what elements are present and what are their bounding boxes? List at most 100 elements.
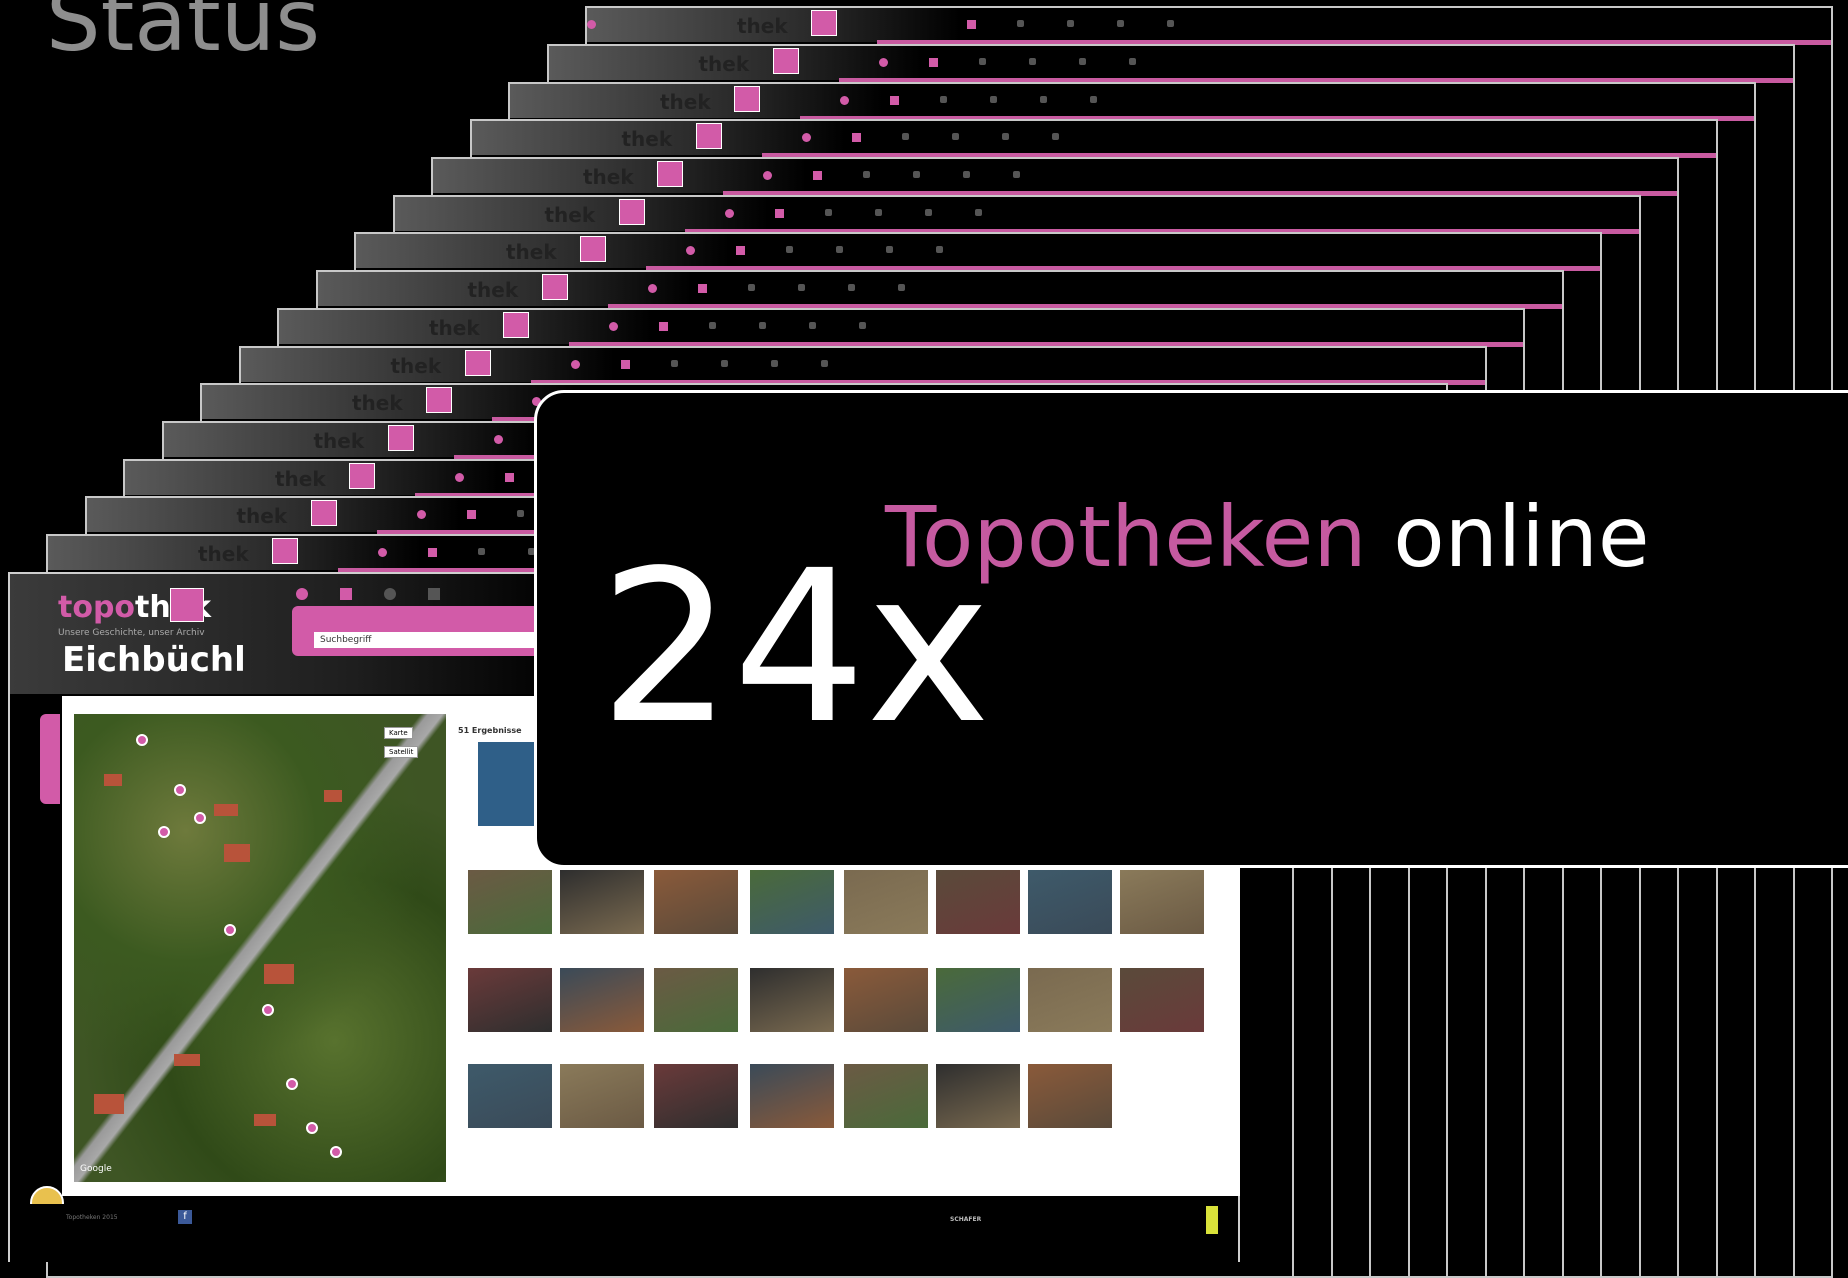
search-input[interactable] bbox=[314, 632, 536, 648]
trophy-icon bbox=[1067, 20, 1074, 28]
stacked-logo: thek bbox=[583, 165, 634, 189]
photo-thumbnail[interactable] bbox=[654, 870, 738, 934]
photo-thumbnail[interactable] bbox=[560, 870, 644, 934]
photo-thumbnail[interactable] bbox=[654, 1064, 738, 1128]
pin-icon bbox=[416, 510, 426, 520]
pin-icon bbox=[493, 434, 503, 444]
map-pin-icon[interactable] bbox=[194, 812, 206, 824]
aerial-map[interactable]: Karte Satellit Google bbox=[74, 714, 446, 1182]
settings-icon bbox=[978, 57, 986, 65]
music-icon bbox=[820, 359, 828, 367]
online-text: online bbox=[1393, 488, 1650, 586]
pin-icon bbox=[878, 57, 888, 67]
map-pin-icon[interactable] bbox=[306, 1122, 318, 1134]
footer-copyright: Topotheken 2015 bbox=[66, 1214, 118, 1221]
stacked-logo: thek bbox=[236, 504, 288, 529]
map-pin-icon[interactable] bbox=[158, 826, 170, 838]
settings-icon bbox=[1017, 20, 1024, 28]
trophy-icon bbox=[951, 133, 959, 141]
side-tab[interactable] bbox=[40, 714, 60, 804]
photo-thumbnail[interactable] bbox=[844, 968, 928, 1032]
list-icon bbox=[886, 246, 893, 254]
map-attribution: Google bbox=[80, 1164, 112, 1174]
photo-thumbnail[interactable] bbox=[468, 968, 552, 1032]
logo-tag-icon bbox=[310, 500, 337, 527]
trophy-icon[interactable] bbox=[428, 588, 440, 600]
trophy-icon bbox=[1028, 57, 1036, 65]
photo-thumbnail[interactable] bbox=[1028, 870, 1112, 934]
map-pin-icon[interactable] bbox=[174, 784, 186, 796]
photo-thumbnail[interactable] bbox=[468, 870, 552, 934]
photo-thumbnail[interactable] bbox=[936, 1064, 1020, 1128]
music-icon bbox=[936, 246, 943, 254]
photo-thumbnail[interactable] bbox=[750, 968, 834, 1032]
settings-icon bbox=[940, 95, 947, 103]
pin-icon bbox=[724, 208, 734, 218]
stacked-logo: thek bbox=[275, 466, 326, 491]
settings-icon bbox=[786, 246, 793, 254]
pin-icon[interactable] bbox=[296, 588, 308, 600]
marker-icon bbox=[813, 171, 822, 180]
logo-tag-icon bbox=[170, 588, 204, 622]
marker-icon bbox=[659, 321, 668, 331]
stacked-logo: thek bbox=[313, 428, 365, 453]
logo-tag-icon bbox=[503, 311, 529, 338]
marker-icon bbox=[967, 20, 976, 30]
logo-tag-icon bbox=[426, 387, 452, 414]
photo-thumbnail[interactable] bbox=[560, 968, 644, 1032]
map-pin-icon[interactable] bbox=[262, 1004, 274, 1016]
marker-icon bbox=[890, 95, 899, 105]
photo-thumbnail[interactable] bbox=[1120, 968, 1204, 1032]
stacked-logo: thek bbox=[390, 353, 442, 378]
music-icon bbox=[859, 321, 866, 329]
photo-thumbnail[interactable] bbox=[468, 1064, 552, 1128]
pin-icon bbox=[455, 472, 464, 482]
settings-icon bbox=[747, 284, 755, 292]
settings-icon bbox=[670, 359, 678, 367]
photo-thumbnail[interactable] bbox=[844, 870, 928, 934]
list-icon bbox=[770, 359, 778, 367]
list-icon bbox=[1040, 95, 1047, 103]
stacked-logo: thek bbox=[544, 202, 596, 227]
stacked-logo: thek bbox=[429, 315, 480, 340]
photo-thumbnail[interactable] bbox=[936, 968, 1020, 1032]
trophy-icon bbox=[797, 284, 805, 292]
photo-thumbnail[interactable] bbox=[654, 968, 738, 1032]
photo-thumbnail[interactable] bbox=[936, 870, 1020, 934]
photo-thumbnail[interactable] bbox=[1028, 968, 1112, 1032]
stacked-logo: thek bbox=[506, 240, 557, 265]
logo-tag-icon bbox=[734, 85, 760, 112]
pin-icon bbox=[378, 548, 387, 557]
facebook-icon[interactable]: f bbox=[178, 1210, 192, 1224]
counter-panel: Topotheken online 24x bbox=[534, 390, 1848, 868]
photo-thumbnail[interactable] bbox=[478, 742, 540, 826]
marker-icon bbox=[697, 284, 707, 294]
trophy-icon bbox=[990, 95, 997, 103]
marker-icon[interactable] bbox=[340, 588, 352, 600]
list-icon bbox=[1117, 20, 1124, 28]
trophy-icon bbox=[759, 321, 766, 329]
map-pin-icon[interactable] bbox=[136, 734, 148, 746]
photo-thumbnail[interactable] bbox=[560, 1064, 644, 1128]
photo-thumbnail[interactable] bbox=[844, 1064, 928, 1128]
photo-thumbnail[interactable] bbox=[1028, 1064, 1112, 1128]
map-pin-icon[interactable] bbox=[286, 1078, 298, 1090]
logo-tag-icon bbox=[811, 10, 837, 37]
stacked-logo: thek bbox=[737, 14, 788, 39]
map-button[interactable]: Karte bbox=[384, 727, 413, 739]
satellite-button[interactable]: Satellit bbox=[384, 746, 419, 758]
map-pin-icon[interactable] bbox=[330, 1146, 342, 1158]
settings-icon bbox=[516, 510, 524, 518]
list-icon bbox=[809, 321, 816, 329]
tagline: Unsere Geschichte, unser Archiv bbox=[58, 628, 205, 638]
photo-thumbnail[interactable] bbox=[1120, 870, 1204, 934]
settings-icon[interactable] bbox=[384, 588, 396, 600]
stacked-logo: thek bbox=[198, 542, 249, 566]
map-pin-icon[interactable] bbox=[224, 924, 236, 936]
marker-icon bbox=[505, 472, 514, 482]
topotheken-online-label: Topotheken online bbox=[885, 495, 1650, 579]
photo-thumbnail[interactable] bbox=[750, 870, 834, 934]
music-icon bbox=[1090, 95, 1097, 103]
marker-icon bbox=[620, 359, 630, 369]
photo-thumbnail[interactable] bbox=[750, 1064, 834, 1128]
